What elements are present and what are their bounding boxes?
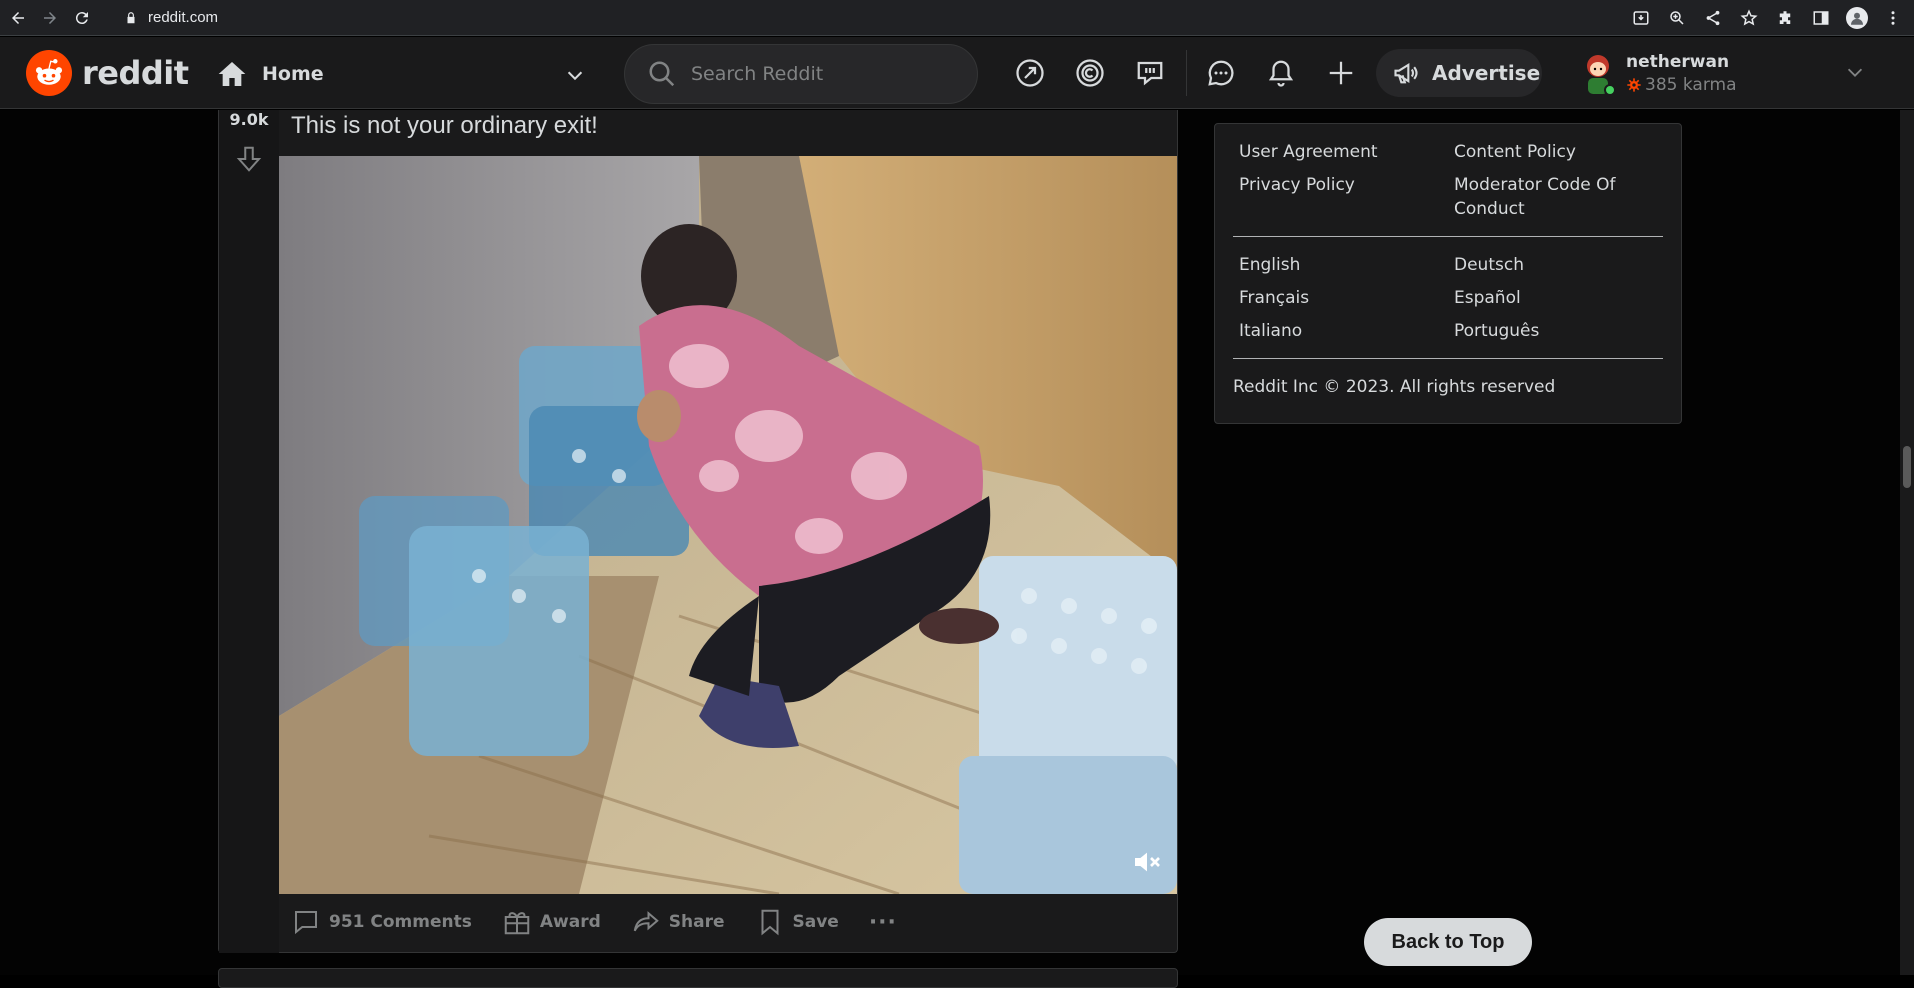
zoom-icon[interactable] <box>1664 4 1690 32</box>
lock-icon <box>127 11 135 23</box>
policy-links: User Agreement Content Policy Privacy Po… <box>1233 124 1663 230</box>
privacy-policy-link[interactable]: Privacy Policy <box>1239 173 1454 221</box>
popular-icon[interactable] <box>1006 50 1054 96</box>
search-bar[interactable] <box>624 44 978 104</box>
star-icon[interactable] <box>1736 4 1762 32</box>
user-menu[interactable]: netherwan 385 karma <box>1576 45 1896 101</box>
gift-icon <box>504 912 530 935</box>
share-label: Share <box>668 912 725 932</box>
language-italiano-link[interactable]: Italiano <box>1239 319 1454 343</box>
reddit-header: reddit Home Advertise <box>0 37 1914 109</box>
bookmark-icon <box>761 909 778 936</box>
username: netherwan <box>1626 51 1730 72</box>
share-arrow-icon <box>633 911 659 932</box>
home-icon <box>218 62 246 86</box>
moderator-code-link[interactable]: Moderator Code Of Conduct <box>1454 173 1669 221</box>
feed-label: Home <box>262 63 324 85</box>
language-links: English Deutsch Français Español Italian… <box>1233 237 1663 352</box>
video-player[interactable] <box>279 156 1177 894</box>
language-deutsch-link[interactable]: Deutsch <box>1454 253 1669 277</box>
karma-icon <box>1627 77 1641 92</box>
user-agreement-link[interactable]: User Agreement <box>1239 140 1454 164</box>
profile-icon[interactable] <box>1844 4 1870 32</box>
copyright-text: Reddit Inc © 2023. All rights reserved <box>1233 377 1556 397</box>
address-bar[interactable]: reddit.com <box>124 4 218 32</box>
divider <box>1233 236 1663 237</box>
video-frame <box>279 156 1177 894</box>
share-icon[interactable] <box>1700 4 1726 32</box>
karma-count: 385 karma <box>1626 75 1736 95</box>
coins-icon[interactable] <box>1066 50 1114 96</box>
karma-label: 385 karma <box>1645 74 1737 95</box>
language-francais-link[interactable]: Français <box>1239 286 1454 310</box>
reddit-logo[interactable]: reddit <box>26 50 189 96</box>
more-options-button[interactable]: ··· <box>869 910 897 935</box>
save-label: Save <box>792 912 839 932</box>
back-icon[interactable] <box>4 4 32 32</box>
post-actions: 951 Comments Award Share Save ··· <box>291 900 897 944</box>
header-divider <box>1186 50 1187 96</box>
save-button[interactable]: Save <box>755 902 839 942</box>
page-scrollbar[interactable] <box>1900 110 1914 975</box>
search-input[interactable] <box>691 63 951 85</box>
snoo-icon <box>26 50 72 96</box>
vote-column: 9.0k <box>219 110 279 953</box>
downvote-arrow-icon[interactable] <box>234 144 264 174</box>
menu-icon[interactable] <box>1880 4 1906 32</box>
search-icon <box>649 61 675 87</box>
avatar <box>1576 48 1618 98</box>
megaphone-icon <box>1394 62 1418 84</box>
url-text: reddit.com <box>148 9 219 26</box>
footer-links-card: User Agreement Content Policy Privacy Po… <box>1214 123 1682 424</box>
browser-toolbar: reddit.com <box>0 0 1914 36</box>
extensions-icon[interactable] <box>1772 4 1798 32</box>
forward-icon[interactable] <box>36 4 64 32</box>
back-to-top-button[interactable]: Back to Top <box>1364 918 1532 966</box>
next-post-card <box>218 968 1178 988</box>
feed-dropdown[interactable]: Home <box>216 54 586 94</box>
sidepanel-icon[interactable] <box>1808 4 1834 32</box>
main-content: 9.0k This is not your ordinary exit! 951… <box>0 110 1914 988</box>
share-button[interactable]: Share <box>631 902 725 942</box>
chat-icon[interactable] <box>1197 50 1245 96</box>
language-portugues-link[interactable]: Português <box>1454 319 1669 343</box>
comments-label: 951 Comments <box>329 912 472 932</box>
create-post-icon[interactable] <box>1317 50 1365 96</box>
chevron-down-icon <box>1847 68 1863 77</box>
reload-icon[interactable] <box>68 4 96 32</box>
logo-wordmark: reddit <box>82 54 189 92</box>
advertise-button[interactable]: Advertise <box>1376 49 1542 97</box>
post-title[interactable]: This is not your ordinary exit! <box>291 112 598 140</box>
notification-bell-icon[interactable] <box>1257 50 1305 96</box>
award-label: Award <box>539 912 601 932</box>
vote-count: 9.0k <box>229 110 269 129</box>
language-espanol-link[interactable]: Español <box>1454 286 1669 310</box>
comment-icon <box>295 911 317 935</box>
comments-button[interactable]: 951 Comments <box>291 902 472 942</box>
install-icon[interactable] <box>1628 4 1654 32</box>
divider <box>1233 358 1663 359</box>
scrollbar-thumb[interactable] <box>1903 446 1911 488</box>
chevron-down-icon <box>567 71 583 81</box>
content-policy-link[interactable]: Content Policy <box>1454 140 1669 164</box>
advertise-label: Advertise <box>1432 61 1541 85</box>
language-english-link[interactable]: English <box>1239 253 1454 277</box>
post-card[interactable]: 9.0k This is not your ordinary exit! 951… <box>218 110 1178 953</box>
moderation-icon[interactable] <box>1126 50 1174 96</box>
mute-icon[interactable] <box>1131 846 1163 878</box>
award-button[interactable]: Award <box>502 902 601 942</box>
